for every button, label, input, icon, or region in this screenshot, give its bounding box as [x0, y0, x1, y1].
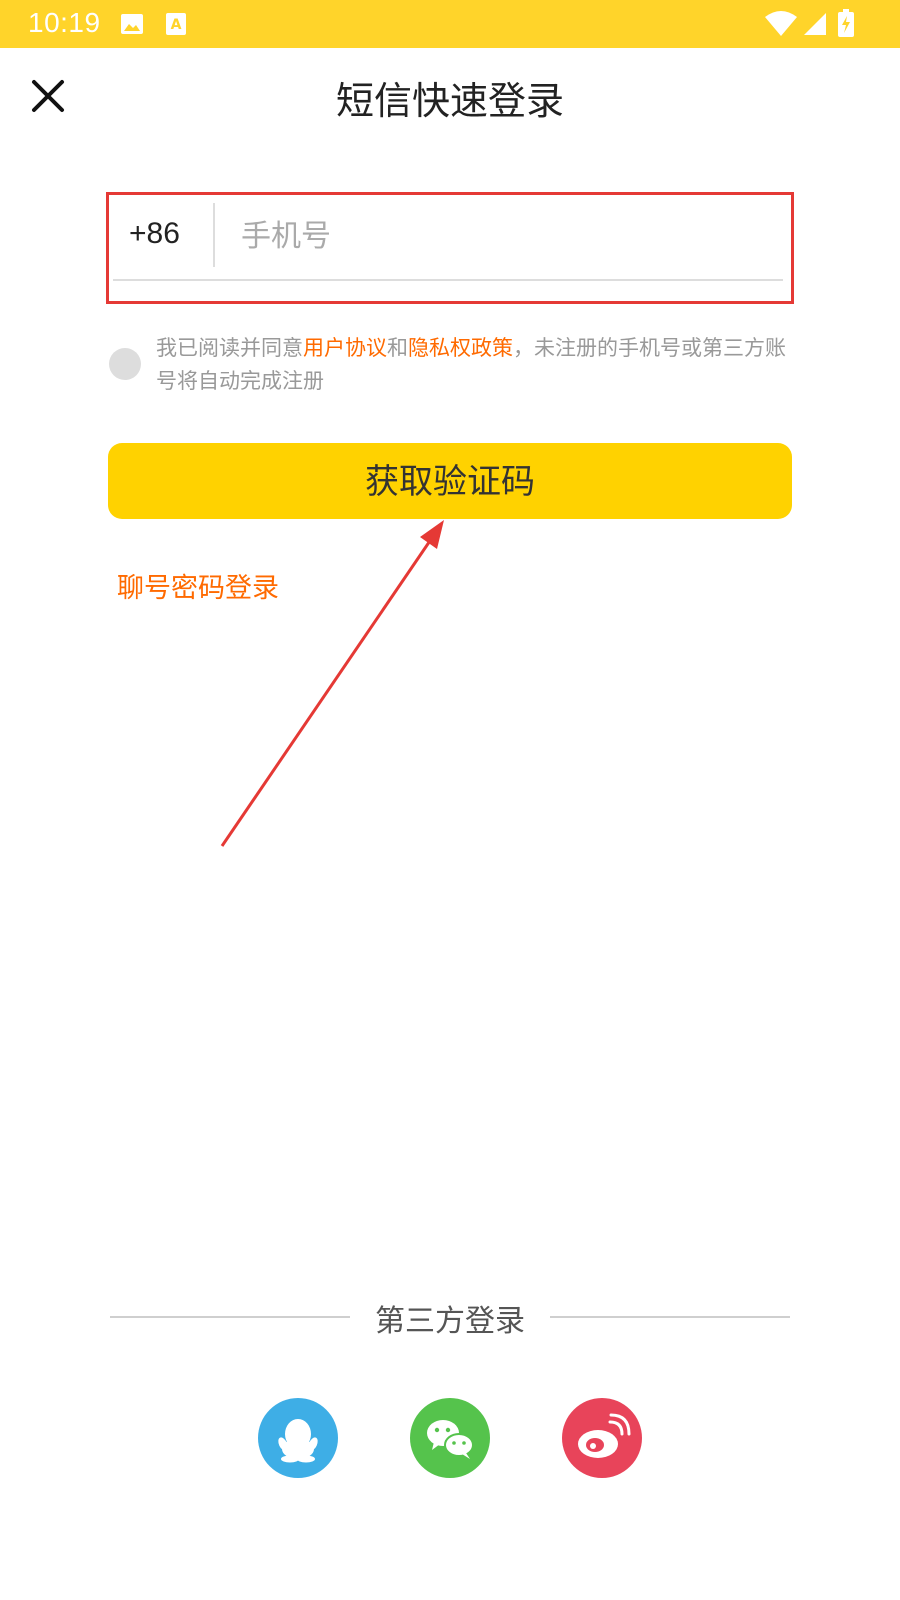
qq-icon	[278, 1419, 318, 1463]
agreement-text: 我已阅读并同意用户协议和隐私权政策，未注册的手机号或第三方账号将自动完成注册	[156, 332, 796, 398]
weibo-login-button[interactable]	[562, 1398, 642, 1478]
page-title: 短信快速登录	[335, 79, 564, 123]
privacy-policy-link[interactable]: 隐私权政策	[408, 336, 513, 360]
user-agreement-link[interactable]: 用户协议	[303, 336, 387, 360]
wifi-icon	[765, 11, 797, 36]
top-bar: 短信快速登录	[0, 48, 900, 144]
status-bar: 10:19 A	[0, 0, 900, 48]
qq-login-button[interactable]	[258, 1398, 338, 1478]
phone-number-input[interactable]	[239, 203, 783, 269]
agreement-and: 和	[387, 336, 408, 360]
phone-input-highlight: +86	[106, 192, 794, 304]
wechat-login-button[interactable]	[410, 1398, 490, 1478]
country-code-divider	[213, 203, 215, 267]
weibo-icon	[578, 1413, 631, 1458]
get-verification-code-button[interactable]: 获取验证码	[108, 443, 792, 519]
third-party-divider-right	[550, 1316, 790, 1318]
battery-charging-icon	[838, 9, 854, 37]
phone-input-underline	[113, 279, 783, 281]
status-time: 10:19	[28, 7, 101, 38]
country-code-selector[interactable]: +86	[129, 217, 180, 251]
wechat-icon	[427, 1420, 474, 1459]
password-login-link[interactable]: 聊号密码登录	[117, 566, 279, 605]
agreement-checkbox[interactable]	[109, 348, 141, 380]
text-a-icon: A	[166, 13, 186, 35]
image-icon	[121, 14, 143, 34]
agreement-prefix: 我已阅读并同意	[156, 336, 303, 360]
third-party-label: 第三方登录	[375, 1304, 525, 1339]
svg-text:A: A	[171, 17, 182, 33]
signal-icon	[804, 13, 826, 35]
